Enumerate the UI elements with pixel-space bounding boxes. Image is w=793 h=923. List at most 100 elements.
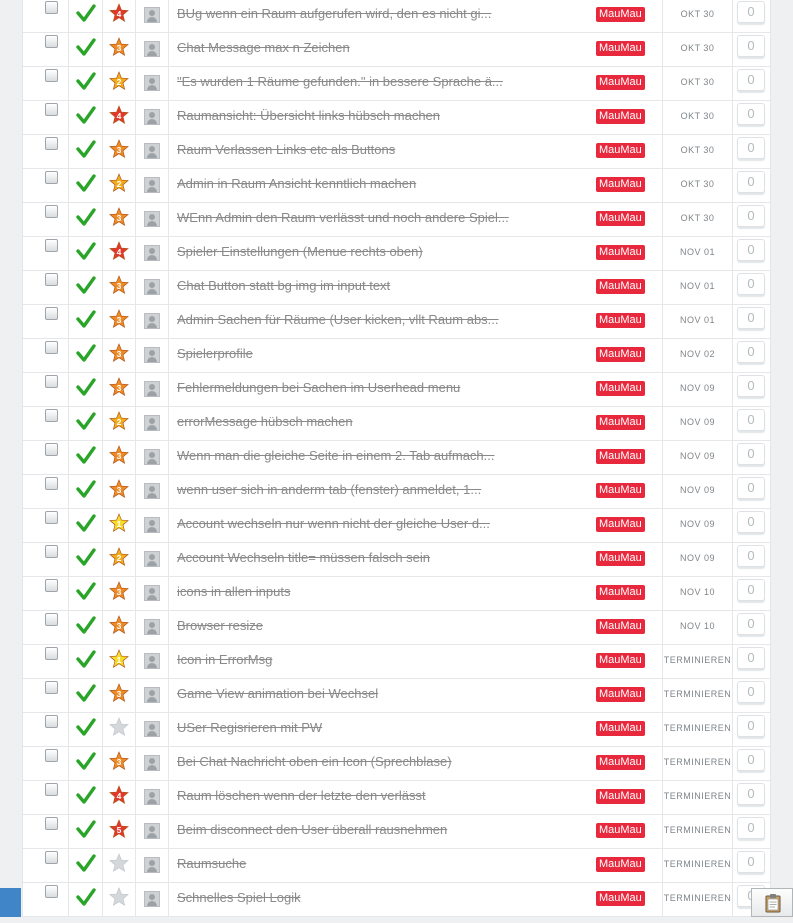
task-title[interactable]: Admin in Raum Ansicht kenntlich machen [177, 176, 587, 191]
comment-count[interactable]: 0 [737, 851, 765, 873]
star-icon[interactable]: 4 [109, 785, 129, 805]
project-tag[interactable]: MauMau [596, 109, 645, 124]
row-checkbox[interactable] [45, 647, 58, 660]
project-tag[interactable]: MauMau [596, 721, 645, 736]
row-checkbox[interactable] [45, 817, 58, 830]
check-icon[interactable] [76, 37, 96, 57]
check-icon[interactable] [76, 887, 96, 907]
row-checkbox[interactable] [45, 511, 58, 524]
row-checkbox[interactable] [45, 375, 58, 388]
check-icon[interactable] [76, 105, 96, 125]
due-date[interactable]: TERMINIEREN [663, 689, 732, 699]
project-tag[interactable]: MauMau [596, 619, 645, 634]
task-title[interactable]: Schnelles Spiel Logik [177, 890, 587, 905]
task-title[interactable]: WEnn Admin den Raum verlässt und noch an… [177, 210, 587, 225]
project-tag[interactable]: MauMau [596, 415, 645, 430]
task-title[interactable]: Spielerprofile [177, 346, 587, 361]
avatar-icon[interactable] [144, 823, 160, 839]
row-checkbox[interactable] [45, 239, 58, 252]
due-date[interactable]: OKT 30 [663, 145, 732, 155]
due-date[interactable]: NOV 09 [663, 417, 732, 427]
check-icon[interactable] [76, 717, 96, 737]
row-checkbox[interactable] [45, 69, 58, 82]
due-date[interactable]: TERMINIEREN [663, 791, 732, 801]
task-title[interactable]: icons in allen inputs [177, 584, 587, 599]
row-checkbox[interactable] [45, 103, 58, 116]
left-edge-button[interactable] [0, 888, 21, 917]
project-tag[interactable]: MauMau [596, 823, 645, 838]
row-checkbox[interactable] [45, 409, 58, 422]
due-date[interactable]: TERMINIEREN [663, 655, 732, 665]
avatar-icon[interactable] [144, 653, 160, 669]
comment-count[interactable]: 0 [737, 205, 765, 227]
task-title[interactable]: Game View animation bei Wechsel [177, 686, 587, 701]
star-icon[interactable]: 3 [109, 343, 129, 363]
due-date[interactable]: TERMINIEREN [663, 723, 732, 733]
row-checkbox[interactable] [45, 681, 58, 694]
project-tag[interactable]: MauMau [596, 245, 645, 260]
comment-count[interactable]: 0 [737, 273, 765, 295]
row-checkbox[interactable] [45, 851, 58, 864]
avatar-icon[interactable] [144, 279, 160, 295]
avatar-icon[interactable] [144, 347, 160, 363]
due-date[interactable]: OKT 30 [663, 111, 732, 121]
comment-count[interactable]: 0 [737, 579, 765, 601]
row-checkbox[interactable] [45, 35, 58, 48]
due-date[interactable]: TERMINIEREN [663, 825, 732, 835]
row-checkbox[interactable] [45, 443, 58, 456]
row-checkbox[interactable] [45, 545, 58, 558]
project-tag[interactable]: MauMau [596, 347, 645, 362]
check-icon[interactable] [76, 615, 96, 635]
comment-count[interactable]: 0 [737, 783, 765, 805]
check-icon[interactable] [76, 309, 96, 329]
row-checkbox[interactable] [45, 137, 58, 150]
star-icon[interactable]: 3 [109, 615, 129, 635]
check-icon[interactable] [76, 241, 96, 261]
comment-count[interactable]: 0 [737, 749, 765, 771]
due-date[interactable]: NOV 01 [663, 247, 732, 257]
check-icon[interactable] [76, 547, 96, 567]
project-tag[interactable]: MauMau [596, 279, 645, 294]
task-title[interactable]: Bei Chat Nachricht oben ein Icon (Sprech… [177, 754, 587, 769]
due-date[interactable]: OKT 30 [663, 77, 732, 87]
star-icon[interactable]: 4 [109, 105, 129, 125]
task-title[interactable]: Chat Button statt bg img im input text [177, 278, 587, 293]
due-date[interactable]: NOV 02 [663, 349, 732, 359]
comment-count[interactable]: 0 [737, 613, 765, 635]
star-icon[interactable]: 3 [109, 275, 129, 295]
row-checkbox[interactable] [45, 205, 58, 218]
avatar-icon[interactable] [144, 109, 160, 125]
task-title[interactable]: Icon in ErrorMsg [177, 652, 587, 667]
check-icon[interactable] [76, 513, 96, 533]
project-tag[interactable]: MauMau [596, 891, 645, 906]
comment-count[interactable]: 0 [737, 171, 765, 193]
project-tag[interactable]: MauMau [596, 653, 645, 668]
clipboard-button[interactable] [751, 888, 793, 917]
avatar-icon[interactable] [144, 415, 160, 431]
avatar-icon[interactable] [144, 381, 160, 397]
avatar-icon[interactable] [144, 585, 160, 601]
row-checkbox[interactable] [45, 715, 58, 728]
task-title[interactable]: Admin Sachen für Räume (User kicken, vll… [177, 312, 587, 327]
star-icon[interactable]: 4 [109, 3, 129, 23]
avatar-icon[interactable] [144, 75, 160, 91]
check-icon[interactable] [76, 683, 96, 703]
project-tag[interactable]: MauMau [596, 41, 645, 56]
comment-count[interactable]: 0 [737, 477, 765, 499]
star-icon[interactable]: 1 [109, 649, 129, 669]
avatar-icon[interactable] [144, 7, 160, 23]
task-title[interactable]: Spieler Einstellungen (Menue rechts oben… [177, 244, 587, 259]
due-date[interactable]: NOV 09 [663, 553, 732, 563]
comment-count[interactable]: 0 [737, 681, 765, 703]
check-icon[interactable] [76, 479, 96, 499]
due-date[interactable]: TERMINIEREN [663, 757, 732, 767]
avatar-icon[interactable] [144, 619, 160, 635]
due-date[interactable]: NOV 09 [663, 519, 732, 529]
row-checkbox[interactable] [45, 579, 58, 592]
star-icon[interactable]: 3 [109, 139, 129, 159]
comment-count[interactable]: 0 [737, 341, 765, 363]
row-checkbox[interactable] [45, 783, 58, 796]
star-icon[interactable]: 2 [109, 411, 129, 431]
row-checkbox[interactable] [45, 273, 58, 286]
avatar-icon[interactable] [144, 551, 160, 567]
